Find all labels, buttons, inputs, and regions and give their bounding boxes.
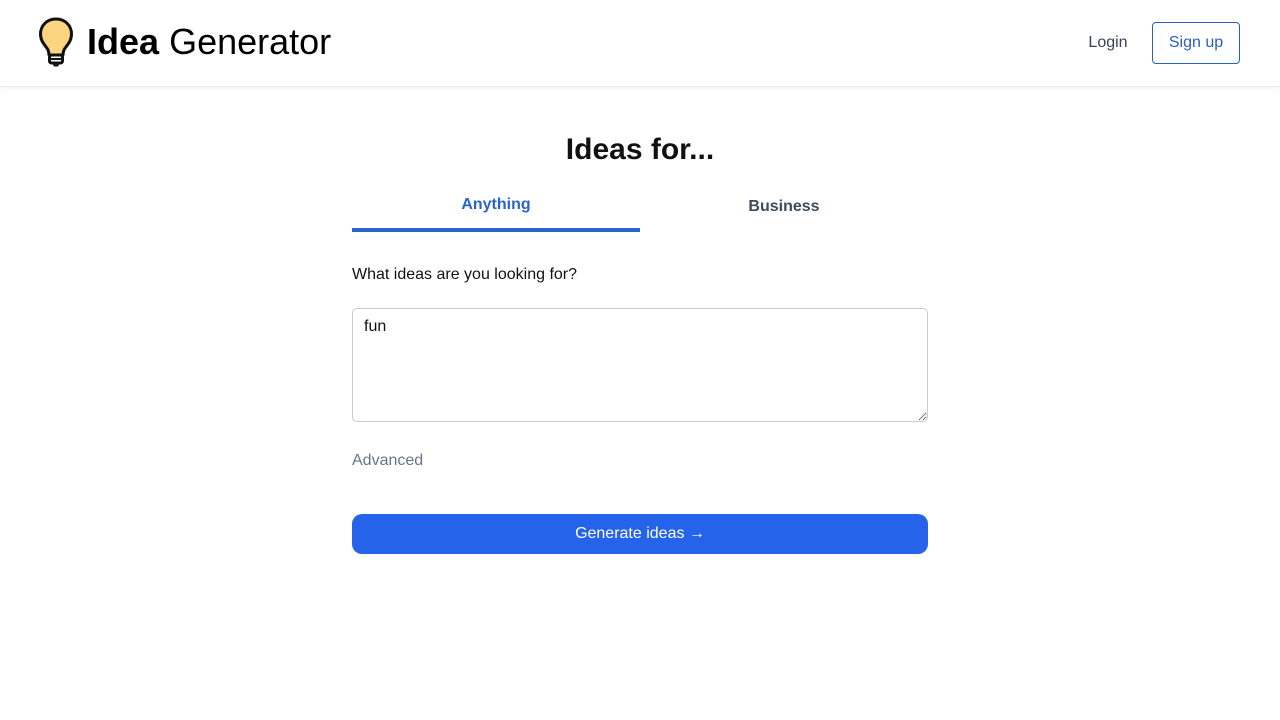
ideas-prompt-label: What ideas are you looking for?	[352, 266, 578, 283]
tab-business-label: Business	[748, 198, 820, 215]
logo-text: Idea Generator	[87, 20, 331, 64]
generate-ideas-button[interactable]: Generate ideas →	[352, 514, 928, 554]
tab-business[interactable]: Business	[640, 186, 928, 232]
tab-anything-label: Anything	[461, 196, 531, 213]
ideas-input[interactable]: fun	[352, 308, 928, 422]
logo-bold-text: Idea	[87, 21, 160, 62]
signup-button[interactable]: Sign up	[1152, 22, 1240, 64]
advanced-toggle[interactable]: Advanced	[352, 450, 423, 472]
top-header: Idea Generator Login Sign up	[0, 0, 1280, 87]
lightbulb-icon	[39, 17, 73, 67]
logo-regular-text: Generator	[169, 21, 332, 62]
logo[interactable]: Idea Generator	[38, 16, 331, 68]
tab-anything[interactable]: Anything	[352, 186, 640, 232]
login-link[interactable]: Login	[1077, 22, 1139, 64]
page-title: Ideas for...	[565, 133, 715, 166]
